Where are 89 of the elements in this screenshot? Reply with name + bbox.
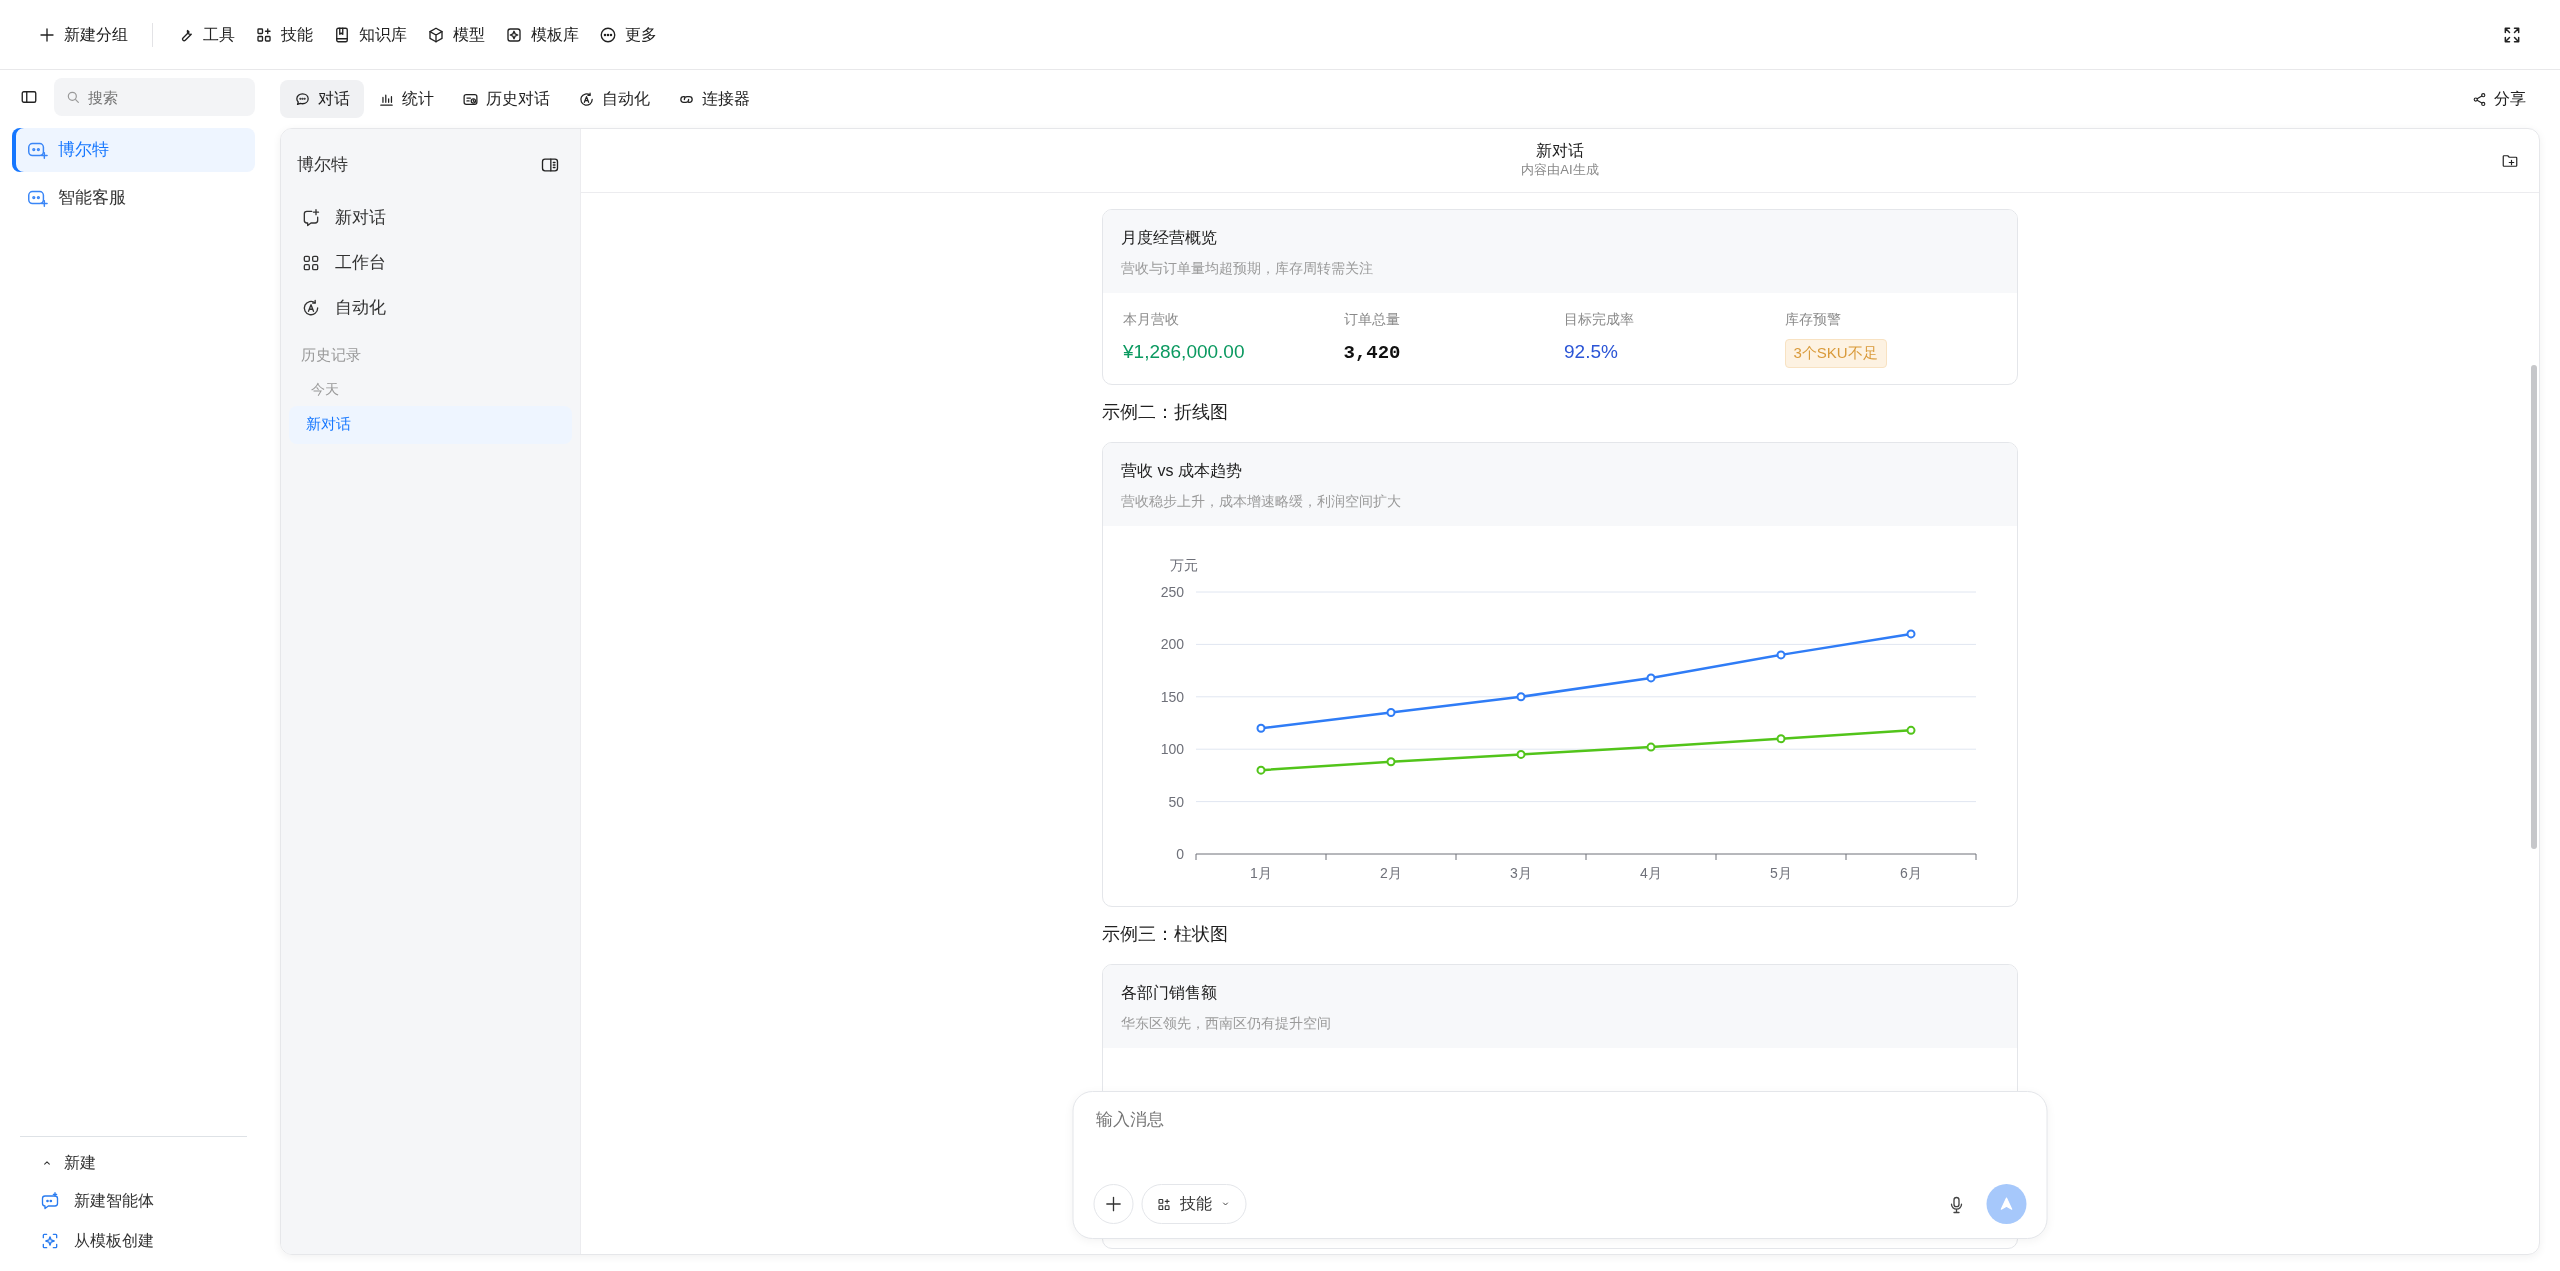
stat-value: ¥1,286,000.00 — [1123, 341, 1245, 362]
stat-label: 库存预警 — [1784, 310, 1842, 329]
chat-subtitle: 内容由AI生成 — [1521, 161, 1599, 180]
scrollbar[interactable] — [2531, 365, 2537, 849]
tick-label: 200 — [1160, 635, 1184, 652]
data-point — [1646, 742, 1656, 752]
menu-item[interactable]: 自动化 — [289, 285, 572, 330]
toolbar-button[interactable]: 更多 — [589, 16, 667, 53]
tab[interactable]: 统计 — [364, 80, 448, 118]
sparkle-icon — [40, 1231, 60, 1251]
share-icon — [2472, 91, 2487, 107]
section-heading: 示例三：柱状图 — [1102, 922, 1229, 946]
card-title: 营收 vs 成本趋势 — [1121, 460, 1243, 481]
data-point — [1776, 649, 1786, 659]
stat-label: 目标完成率 — [1564, 310, 1635, 329]
toolbar-button[interactable]: 知识库 — [323, 16, 417, 53]
stat-value: 92.5% — [1564, 341, 1618, 362]
chat-plus-icon — [301, 207, 321, 228]
toolbar-button[interactable]: 模型 — [417, 16, 495, 53]
group-label: 今天 — [310, 379, 340, 399]
tick-label: 50 — [1168, 793, 1184, 810]
automation-icon — [578, 90, 595, 108]
more-icon — [599, 25, 617, 44]
toolbar-button[interactable]: 模板库 — [495, 16, 589, 53]
tick-label: 4月 — [1640, 864, 1662, 881]
data-point — [1516, 749, 1526, 759]
menu-item[interactable]: 从模板创建 — [20, 1221, 174, 1261]
section-toggle[interactable]: 新建 — [20, 1145, 116, 1181]
data-point — [1776, 733, 1786, 743]
toolbar-button[interactable]: 工具 — [167, 16, 245, 53]
search-icon — [65, 89, 81, 105]
search-field[interactable]: 搜索 — [54, 78, 255, 116]
history-item[interactable]: 新对话 — [289, 405, 572, 444]
card-title: 月度经营概览 — [1121, 228, 1218, 248]
chat-title: 新对话 — [1536, 141, 1584, 161]
add-button[interactable] — [1093, 1184, 1134, 1224]
axis-title: 万元 — [1170, 556, 1198, 573]
tick-label: 3月 — [1510, 864, 1532, 881]
data-point — [1386, 707, 1396, 717]
data-point — [1256, 723, 1266, 733]
book-icon — [333, 25, 351, 44]
card-subtitle: 营收与订单量均超预期，库存周转需关注 — [1121, 259, 1374, 278]
sparkle-icon — [505, 25, 523, 44]
data-point — [1256, 765, 1266, 775]
section-heading: 示例二：折线图 — [1102, 400, 1229, 424]
agent-item[interactable]: 博尔特 — [12, 128, 255, 172]
toolbar-button[interactable]: 新建分组 — [28, 16, 138, 53]
sidebar-icon — [20, 88, 38, 106]
menu-item[interactable]: 新建智能体 — [20, 1181, 174, 1221]
tick-label: 6月 — [1900, 864, 1922, 881]
tick-label: 0 — [1176, 845, 1184, 862]
data-point — [1906, 628, 1916, 638]
stat-label: 订单总量 — [1343, 310, 1401, 329]
stat-value: 3,420 — [1343, 342, 1401, 364]
data-point — [1906, 725, 1916, 735]
bot-icon — [40, 1191, 60, 1211]
panel-title: 博尔特 — [297, 154, 348, 177]
cube-icon — [427, 25, 445, 44]
automation-icon — [301, 297, 321, 318]
card-title: 各部门销售额 — [1121, 982, 1218, 1003]
data-point — [1386, 756, 1396, 766]
data-point — [1646, 672, 1656, 682]
tick-label: 100 — [1160, 740, 1184, 757]
grid-icon — [1156, 1196, 1172, 1212]
tick-label: 150 — [1160, 688, 1184, 705]
status-tag: 3个SKU不足 — [1784, 339, 1887, 368]
stat-label: 本月营收 — [1123, 310, 1180, 329]
tab[interactable]: 历史对话 — [448, 80, 564, 118]
plus-icon — [1103, 1194, 1124, 1214]
agent-item[interactable]: 智能客服 — [12, 176, 255, 220]
chat-icon — [294, 90, 311, 108]
tick-label: 250 — [1160, 583, 1184, 600]
plus-icon — [38, 25, 56, 44]
tab[interactable]: 对话 — [280, 80, 364, 118]
menu-item[interactable]: 工作台 — [289, 240, 572, 285]
tab[interactable]: 自动化 — [564, 80, 664, 118]
card-subtitle: 华东区领先，西南区仍有提升空间 — [1121, 1013, 1332, 1033]
data-point — [1516, 691, 1526, 701]
tick-label: 5月 — [1770, 864, 1792, 881]
grid-icon — [255, 25, 273, 44]
tab[interactable]: 连接器 — [664, 80, 764, 118]
section-label: 历史记录 — [300, 345, 362, 365]
tick-label: 1月 — [1250, 864, 1272, 881]
toolbar-button[interactable]: 技能 — [245, 16, 323, 53]
share-button[interactable]: 分享 — [2458, 80, 2540, 118]
skill-dropdown[interactable]: 技能 — [1141, 1184, 1247, 1224]
tick-label: 2月 — [1380, 864, 1402, 881]
card-subtitle: 营收稳步上升，成本增速略缓，利润空间扩大 — [1121, 491, 1402, 511]
menu-item[interactable]: 新对话 — [289, 195, 572, 240]
